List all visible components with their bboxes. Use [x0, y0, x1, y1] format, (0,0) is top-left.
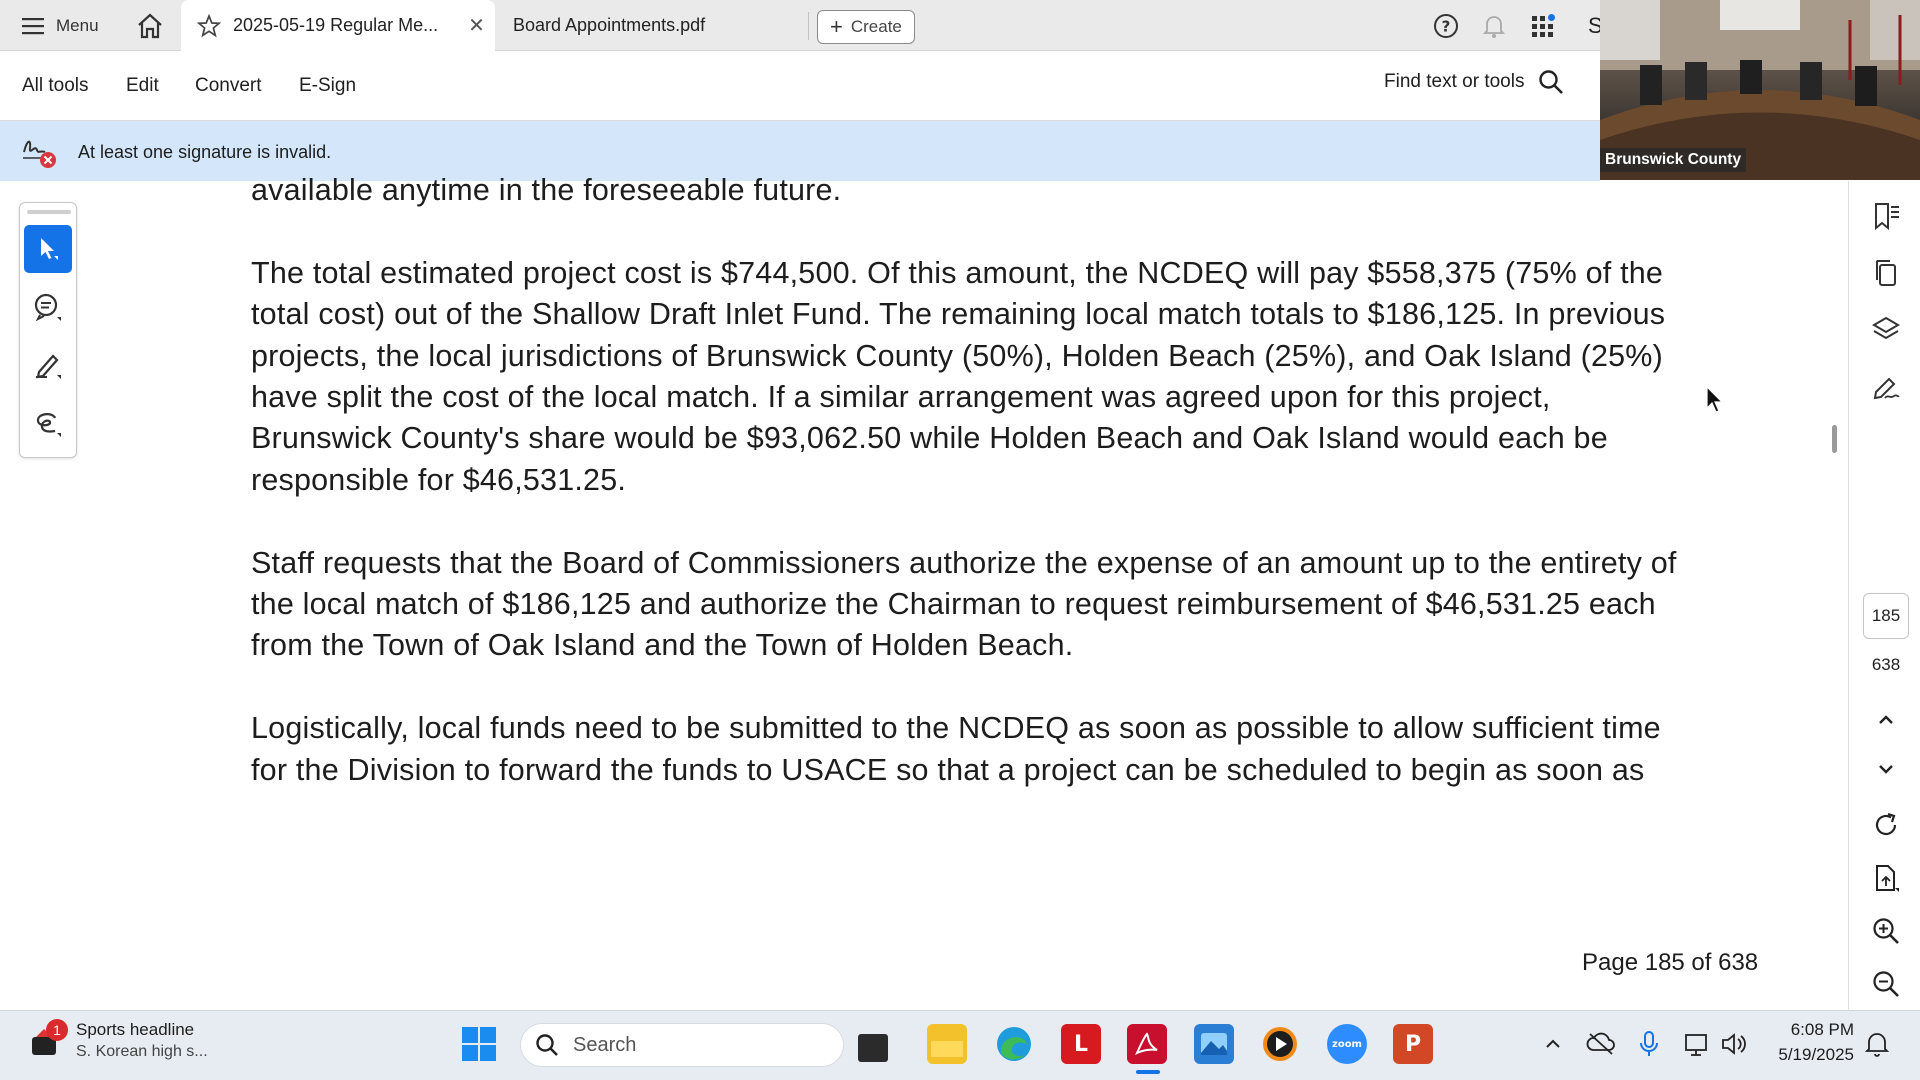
- acrobat-active-indicator: [1136, 1070, 1160, 1074]
- find-label: Find text or tools: [1384, 71, 1525, 92]
- task-view-icon[interactable]: [858, 1034, 888, 1062]
- cursor-arrow-icon: [36, 236, 60, 262]
- clock-date: 5/19/2025: [1778, 1045, 1854, 1064]
- apps-button[interactable]: [1531, 0, 1557, 51]
- comment-icon: [33, 292, 63, 322]
- home-button[interactable]: [136, 0, 164, 51]
- signature-invalid-icon: [21, 132, 59, 170]
- select-tool-button[interactable]: [24, 225, 72, 273]
- zoom-in-icon[interactable]: [1871, 916, 1901, 946]
- svg-text:?: ?: [1442, 17, 1451, 35]
- tab-board-appointments[interactable]: Board Appointments.pdf: [513, 0, 705, 51]
- microphone-icon[interactable]: [1638, 1030, 1660, 1058]
- rotate-icon[interactable]: [1871, 810, 1901, 840]
- menu-label: Menu: [56, 15, 99, 35]
- comment-tool-button[interactable]: [24, 283, 72, 331]
- tab-divider: [808, 12, 809, 40]
- windows-start-icon[interactable]: [461, 1026, 497, 1062]
- clock-time: 6:08 PM: [1790, 1020, 1854, 1039]
- palette-grip[interactable]: [27, 210, 71, 214]
- tab-label: 2025-05-19 Regular Me...: [233, 15, 439, 35]
- close-tab-icon[interactable]: ✕: [468, 13, 485, 38]
- bell-icon: [1482, 13, 1506, 39]
- show-hidden-icons-chevron[interactable]: [1542, 1033, 1564, 1055]
- paragraph: available anytime in the foreseeable fut…: [251, 173, 842, 207]
- powerpoint-icon[interactable]: P: [1393, 1024, 1433, 1064]
- help-icon: ?: [1433, 13, 1459, 39]
- help-button[interactable]: ?: [1433, 0, 1459, 51]
- page-indicator: Page 185 of 638: [1582, 949, 1759, 976]
- l-app-icon[interactable]: L: [1061, 1024, 1101, 1064]
- menu-convert[interactable]: Convert: [195, 75, 262, 97]
- create-button[interactable]: + Create: [817, 10, 915, 44]
- home-icon: [136, 13, 164, 39]
- media-player-icon[interactable]: [1260, 1024, 1300, 1064]
- search-icon: [1538, 69, 1564, 95]
- create-label: Create: [850, 17, 902, 36]
- onedrive-icon[interactable]: [1586, 1030, 1616, 1056]
- menu-all-tools[interactable]: All tools: [22, 75, 89, 97]
- menu-edit[interactable]: Edit: [126, 75, 159, 97]
- zoom-out-icon[interactable]: [1871, 969, 1901, 999]
- quick-tools-palette: [19, 202, 77, 458]
- edge-browser-icon[interactable]: [994, 1024, 1034, 1064]
- search-icon: [535, 1033, 559, 1057]
- notification-center-icon[interactable]: [1864, 1030, 1890, 1058]
- clock[interactable]: 6:08 PM 5/19/2025: [1766, 1020, 1854, 1065]
- notifications-button[interactable]: [1482, 0, 1506, 51]
- mouse-cursor-icon: [1706, 386, 1724, 414]
- draw-tool-button[interactable]: [24, 399, 72, 447]
- total-pages: 638: [1871, 655, 1901, 674]
- sign-pen-icon[interactable]: [1871, 372, 1901, 402]
- paragraph: Logistically, local funds need to be sub…: [251, 711, 1661, 787]
- lasso-draw-icon: [33, 408, 63, 438]
- search-placeholder: Search: [573, 1033, 637, 1056]
- tab-bar: Menu 2025-05-19 Regular Me... ✕ Board Ap…: [0, 0, 1603, 51]
- zoom-app-icon[interactable]: zoom: [1327, 1024, 1367, 1064]
- menu-e-sign[interactable]: E-Sign: [299, 75, 356, 97]
- news-badge: 1: [46, 1018, 68, 1041]
- paragraph: The total estimated project cost is $744…: [251, 255, 1666, 497]
- star-icon[interactable]: [197, 13, 221, 38]
- find-tools-button[interactable]: Find text or tools: [1384, 69, 1564, 95]
- layers-icon[interactable]: [1871, 315, 1901, 345]
- news-subtitle: S. Korean high s...: [76, 1043, 208, 1060]
- network-icon[interactable]: [1683, 1030, 1711, 1058]
- document-page-content: available anytime in the foreseeable fut…: [251, 170, 1681, 832]
- right-rail: 185 638: [1848, 181, 1920, 1010]
- tab-label: Board Appointments.pdf: [513, 15, 706, 35]
- plus-icon: +: [830, 14, 843, 39]
- bookmarks-icon[interactable]: [1871, 201, 1901, 231]
- current-page-input[interactable]: 185: [1863, 593, 1909, 639]
- news-thumbnail: 1: [28, 1018, 68, 1059]
- extract-page-icon[interactable]: [1871, 863, 1901, 893]
- volume-icon[interactable]: [1720, 1030, 1750, 1058]
- news-widget[interactable]: 1 Sports headline S. Korean high s...: [28, 1018, 208, 1061]
- video-caption: Brunswick County: [1600, 148, 1747, 172]
- scrollbar-thumb[interactable]: [1832, 425, 1837, 453]
- page-up-icon[interactable]: [1874, 708, 1898, 732]
- image-app-icon[interactable]: [1194, 1024, 1234, 1064]
- video-feed-overlay: Brunswick County: [1600, 0, 1920, 180]
- paragraph: Staff requests that the Board of Commiss…: [251, 545, 1677, 663]
- file-explorer-icon[interactable]: [927, 1024, 967, 1064]
- taskbar-search[interactable]: Search: [520, 1023, 844, 1067]
- document-viewer: available anytime in the foreseeable fut…: [0, 173, 1848, 1010]
- tab-regular-meeting[interactable]: 2025-05-19 Regular Me... ✕: [181, 0, 495, 51]
- pen-icon: [33, 350, 63, 380]
- page-down-icon[interactable]: [1874, 757, 1898, 781]
- main-toolbar: All tools Edit Convert E-Sign Find text …: [0, 51, 1600, 121]
- news-title: Sports headline: [76, 1020, 195, 1039]
- banner-message: At least one signature is invalid.: [78, 142, 332, 162]
- apps-grid-icon: [1531, 13, 1557, 39]
- hamburger-icon: [22, 17, 44, 35]
- acrobat-icon[interactable]: [1127, 1024, 1167, 1064]
- menu-button[interactable]: Menu: [22, 0, 99, 51]
- highlight-tool-button[interactable]: [24, 341, 72, 389]
- pages-icon[interactable]: [1871, 258, 1901, 288]
